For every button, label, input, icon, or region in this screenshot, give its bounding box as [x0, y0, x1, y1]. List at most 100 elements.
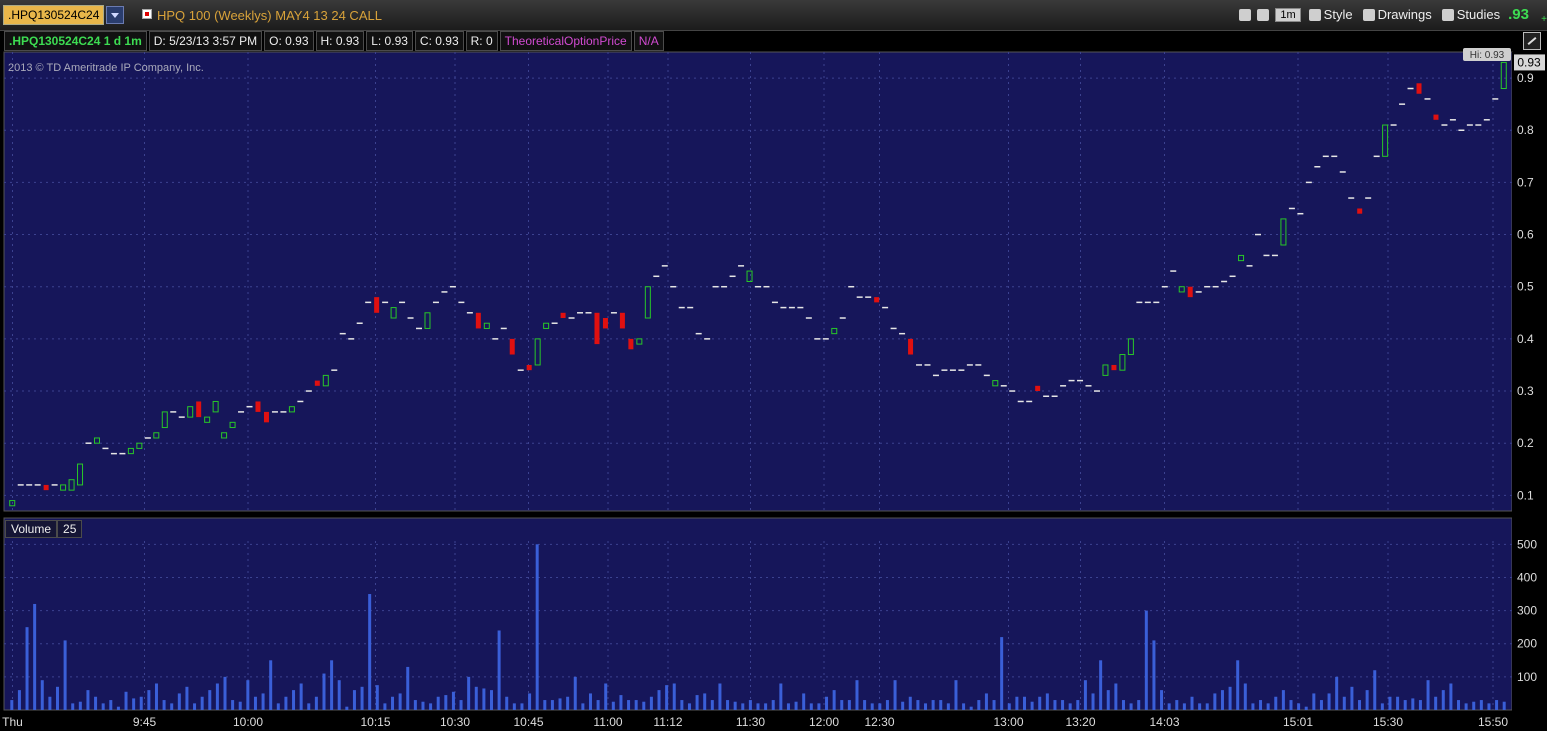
volume-bar — [1160, 690, 1164, 710]
time-tick-label: 10:00 — [233, 715, 263, 729]
candle-down — [1416, 83, 1422, 94]
volume-bar — [1083, 680, 1087, 710]
volume-bar — [71, 703, 75, 710]
wrench-icon[interactable] — [1257, 8, 1270, 21]
volume-panel — [3, 517, 1513, 711]
studies-button[interactable]: Studies — [1440, 7, 1502, 22]
bar-low: L: 0.93 — [366, 31, 413, 51]
candle-up — [68, 479, 75, 491]
volume-bar — [292, 690, 296, 710]
candle-up — [1127, 338, 1134, 356]
candle-up — [93, 437, 100, 444]
volume-bar — [977, 700, 981, 710]
volume-bar — [1464, 703, 1468, 710]
volume-bar — [215, 683, 219, 710]
style-label: Style — [1323, 7, 1353, 22]
candle-up — [746, 270, 753, 282]
volume-bar — [1022, 696, 1026, 710]
time-tick-label: 14:03 — [1149, 715, 1179, 729]
volume-bar — [482, 688, 486, 710]
volume-bar — [1053, 700, 1057, 710]
volume-bar — [33, 603, 37, 710]
symbol-selector[interactable]: .HPQ130524C24 — [3, 5, 125, 25]
volume-bar — [680, 700, 684, 710]
bar-info-bar: .HPQ130524C24 1 d 1m D: 5/23/13 3:57 PM … — [4, 31, 1512, 51]
candle-up — [136, 442, 143, 449]
volume-bar — [330, 660, 334, 710]
volume-bar — [1358, 700, 1362, 710]
candle-down — [196, 401, 202, 418]
volume-bar — [1091, 693, 1095, 710]
volume-bar — [383, 703, 387, 710]
volume-tick-label: 500 — [1517, 537, 1537, 551]
candle-down — [1035, 385, 1041, 392]
volume-bar — [1228, 686, 1232, 710]
volume-bar — [1175, 700, 1179, 710]
volume-bar — [193, 703, 197, 710]
volume-bar — [1289, 700, 1293, 710]
volume-bar — [550, 700, 554, 710]
volume-bar — [284, 696, 288, 710]
volume-bar — [1449, 683, 1453, 710]
volume-bar — [581, 703, 585, 710]
volume-bar — [25, 627, 29, 710]
style-button[interactable]: Style — [1307, 7, 1355, 22]
chevron-down-icon[interactable] — [106, 6, 125, 24]
chart-settings-icon[interactable] — [1523, 32, 1541, 50]
volume-bar — [10, 700, 14, 710]
volume-bar — [368, 594, 372, 710]
studies-label: Studies — [1456, 7, 1501, 22]
candle-down — [314, 380, 320, 386]
volume-bar — [786, 703, 790, 710]
volume-bar — [459, 700, 463, 710]
candle-up — [1280, 218, 1287, 246]
symbol-field[interactable]: .HPQ130524C24 — [3, 5, 105, 25]
crosshair-icon[interactable] — [1239, 8, 1252, 21]
volume-bar — [1342, 696, 1346, 710]
bar-high: H: 0.93 — [315, 31, 365, 51]
last-price-tag — [1514, 54, 1545, 71]
volume-bar — [1182, 703, 1186, 710]
volume-bar — [1281, 690, 1285, 710]
instrument-description: HPQ 100 (Weeklys) MAY4 13 24 CALL — [157, 8, 382, 23]
volume-bar — [588, 693, 592, 710]
candle-up — [1238, 254, 1245, 262]
style-icon — [1308, 8, 1321, 21]
volume-tick-label: 300 — [1517, 604, 1537, 618]
volume-bar — [756, 703, 760, 710]
change-indicator: + — [1541, 14, 1547, 25]
price-volume-chart[interactable]: 0.1 0.2 0.3 0.4 0.5 0.6 0.7 0.8 0.9 100 200 300 400 5… — [0, 0, 1547, 731]
volume-bar — [1472, 701, 1476, 710]
volume-bar — [1259, 700, 1263, 710]
volume-bar — [1457, 700, 1461, 710]
volume-bar — [352, 690, 356, 710]
volume-bar — [1000, 637, 1004, 710]
high-tag-text: Hi: 0.93 — [1470, 50, 1505, 61]
copyright-text: 2013 © TD Ameritrade IP Company, Inc. — [8, 62, 204, 74]
volume-bar — [1152, 640, 1156, 710]
volume-bar — [946, 703, 950, 710]
volume-bar — [847, 700, 851, 710]
volume-bar — [451, 691, 455, 710]
aggregation-button[interactable]: 1m — [1275, 7, 1301, 22]
drawings-button[interactable]: Drawings — [1361, 7, 1434, 22]
candle-up — [1102, 364, 1109, 376]
volume-bar — [1441, 690, 1445, 710]
study-name[interactable]: TheoreticalOptionPrice — [499, 31, 632, 51]
volume-bar — [299, 683, 303, 710]
volume-bar — [809, 703, 813, 710]
time-tick-label: 10:45 — [513, 715, 543, 729]
volume-bar — [1434, 696, 1438, 710]
volume-bar — [231, 700, 235, 710]
volume-bar — [718, 683, 722, 710]
volume-bar — [375, 685, 379, 710]
volume-bar — [528, 693, 532, 710]
candle-up — [1119, 354, 1126, 371]
volume-bar — [1198, 703, 1202, 710]
volume-bar — [1350, 686, 1354, 710]
volume-bar — [794, 701, 798, 710]
candle-up — [543, 322, 550, 329]
volume-bar — [1388, 696, 1392, 710]
volume-bar — [649, 696, 653, 710]
volume-bar — [1266, 703, 1270, 710]
